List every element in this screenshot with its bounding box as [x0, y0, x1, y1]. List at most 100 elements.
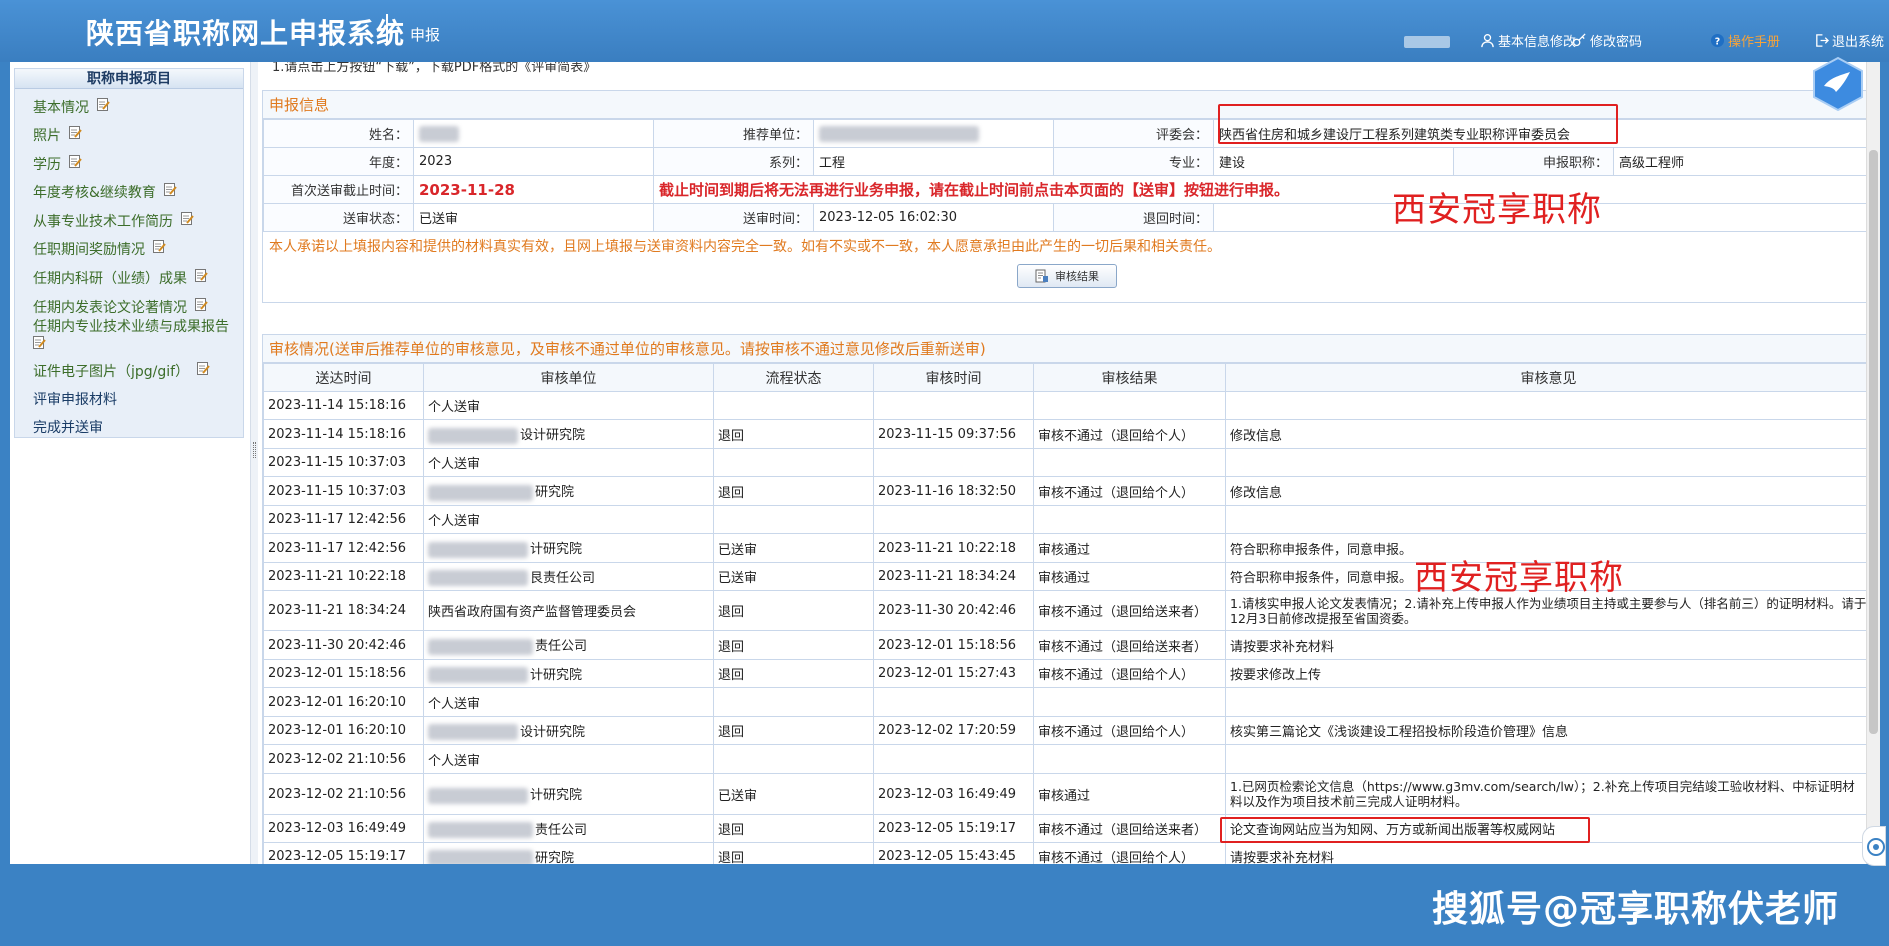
cell-time — [873, 744, 1034, 774]
deadline-label: 首次送审截止时间： — [263, 175, 414, 204]
edit-icon — [163, 183, 177, 196]
unit-blurred — [428, 667, 528, 684]
sidebar-item-complete-submit[interactable]: 完成并送审 — [33, 417, 103, 437]
sidebar-item-education[interactable]: 学历 — [33, 154, 82, 174]
audit-table: 送达时间 审核单位 流程状态 审核时间 审核结果 审核意见 2023-11-14… — [263, 363, 1872, 864]
cell-result: 审核不通过（退回给个人） — [1033, 419, 1226, 449]
download-note: 1.请点击上方按钮“下载”，下载PDF格式的《评审简表》 — [272, 62, 597, 75]
unit-blurred — [428, 541, 528, 558]
sidebar: 职称申报项目 基本情况 照片 学历 年度考核&继续教育 从事专业技术工作简历 任… — [14, 68, 244, 438]
change-password-link[interactable]: 修改密码 — [1572, 31, 1642, 50]
major-label: 专业： — [1053, 147, 1214, 176]
sidebar-item-annual-review[interactable]: 年度考核&继续教育 — [33, 182, 177, 202]
year-label: 年度： — [263, 147, 414, 176]
cell-result — [1033, 448, 1226, 477]
sidebar-item-label: 照片 — [33, 128, 61, 144]
cell-state: 退回 — [713, 814, 874, 843]
logout-link[interactable]: 退出系统 — [1814, 31, 1884, 50]
cell-opinion — [1225, 687, 1872, 717]
edit-icon — [195, 269, 208, 282]
unit-blurred — [428, 427, 518, 444]
sidebar-item-basic-info[interactable]: 基本情况 — [33, 97, 110, 117]
sidebar-item-photo[interactable]: 照片 — [33, 125, 82, 145]
table-row: 2023-12-01 16:20:10 个人送审 — [263, 687, 1872, 717]
cell-time: 2023-11-21 18:34:24 — [873, 562, 1034, 591]
cell-unit: 计研究院 — [423, 773, 714, 815]
cell-time — [873, 687, 1034, 717]
cell-time: 2023-11-30 20:42:46 — [873, 590, 1034, 631]
system-subtitle: 申报 — [410, 26, 441, 44]
cell-opinion: 请按要求补充材料 — [1225, 842, 1872, 864]
sidebar-item-certificate-images[interactable]: 证件电子图片（jpg/gif） — [33, 361, 210, 381]
cell-state: 退回 — [713, 419, 874, 449]
table-row: 2023-11-15 10:37:03 个人送审 — [263, 448, 1872, 477]
manual-link[interactable]: ? 操作手册 — [1710, 31, 1780, 50]
cell-opinion — [1225, 448, 1872, 477]
status-value: 已送审 — [413, 203, 654, 232]
sidebar-splitter[interactable] — [250, 62, 258, 864]
title-value: 高级工程师 — [1613, 147, 1872, 176]
sidebar-item-review-materials[interactable]: 评审申报材料 — [33, 389, 117, 409]
cell-sent: 2023-11-15 10:37:03 — [263, 476, 424, 506]
user-icon — [1481, 34, 1494, 48]
application-info-panel: 申报信息 姓名： 推荐单位： 评委会： 陕西省住房和城乡建设厅工程系列建筑类专业… — [262, 90, 1872, 303]
cell-sent: 2023-11-21 18:34:24 — [263, 590, 424, 631]
cell-opinion — [1225, 505, 1872, 534]
scrollbar-thumb[interactable] — [1869, 150, 1878, 734]
col-sent-time: 送达时间 — [263, 363, 424, 392]
cell-time: 2023-12-05 15:19:17 — [873, 814, 1034, 843]
cell-unit: 责任公司 — [423, 630, 714, 660]
profile-link-label: 基本信息修改 — [1498, 35, 1577, 50]
pledge-text: 本人承诺以上填报内容和提供的材料真实有效，且网上填报与送审资料内容完全一致。如有… — [269, 239, 1221, 255]
cell-time: 2023-12-01 15:27:43 — [873, 659, 1034, 688]
edit-icon — [69, 126, 82, 139]
cell-result — [1033, 744, 1226, 774]
sidebar-item-awards[interactable]: 任职期间奖励情况 — [33, 239, 166, 259]
sidebar-title: 职称申报项目 — [15, 69, 243, 89]
cell-unit: 陕西省政府国有资产监督管理委员会 — [423, 590, 714, 631]
cell-sent: 2023-11-14 15:18:16 — [263, 391, 424, 420]
sidebar-item-label: 任期内科研（业绩）成果 — [33, 271, 187, 287]
cell-state: 退回 — [713, 716, 874, 745]
deadline-notice: 截止时间到期后将无法再进行业务申报，请在截止时间前点击本页面的【送审】按钮进行申… — [653, 175, 1872, 204]
cell-unit: 设计研究院 — [423, 716, 714, 745]
sidebar-item-label: 年度考核&继续教育 — [33, 185, 156, 201]
cell-sent: 2023-12-03 16:49:49 — [263, 814, 424, 843]
sidebar-item-label: 证件电子图片（jpg/gif） — [33, 364, 190, 380]
key-icon — [1572, 33, 1586, 47]
sidebar-item-label: 任职期间奖励情况 — [33, 242, 145, 258]
col-audit-unit: 审核单位 — [423, 363, 714, 392]
cell-sent: 2023-12-02 21:10:56 — [263, 773, 424, 815]
logout-icon — [1816, 34, 1829, 47]
unit-blurred — [428, 822, 533, 839]
sidebar-item-work-history[interactable]: 从事专业技术工作简历 — [33, 211, 194, 231]
cell-state — [713, 687, 874, 717]
table-row: 2023-11-14 15:18:16 个人送审 — [263, 391, 1872, 420]
splitter-grip — [253, 442, 256, 458]
profile-link[interactable]: 基本信息修改 — [1480, 31, 1576, 50]
table-row: 2023-12-03 16:49:49 责任公司 退回 2023-12-05 15:1… — [263, 814, 1872, 843]
cell-state: 已送审 — [713, 562, 874, 591]
vertical-scrollbar[interactable] — [1866, 62, 1880, 864]
unit-blurred — [428, 850, 533, 864]
bird-logo-icon — [1813, 56, 1863, 112]
cell-sent: 2023-11-30 20:42:46 — [263, 630, 424, 660]
unit-blurred — [428, 570, 528, 587]
sidebar-item-label: 学历 — [33, 157, 61, 173]
sidebar-item-papers[interactable]: 任期内发表论文论著情况 — [33, 297, 208, 317]
floating-assistant-button[interactable] — [1862, 826, 1886, 866]
review-result-button[interactable]: 审核结果 — [1017, 264, 1117, 288]
svg-text:?: ? — [1715, 36, 1720, 47]
document-icon — [1035, 269, 1048, 283]
title-separator — [386, 14, 388, 44]
committee-highlight-box — [1218, 104, 1618, 144]
edit-icon — [153, 240, 166, 253]
logout-link-label: 退出系统 — [1832, 35, 1885, 50]
cell-result: 审核不通过（退回给送来者） — [1033, 630, 1226, 660]
sidebar-item-research[interactable]: 任期内科研（业绩）成果 — [33, 268, 208, 288]
cell-time — [873, 391, 1034, 420]
watermark-red-middle: 西安冠享职称 — [1414, 558, 1624, 598]
cell-result — [1033, 687, 1226, 717]
cell-result: 审核不通过（退回给个人） — [1033, 476, 1226, 506]
sidebar-item-achievement-report[interactable]: 任期内专业技术业绩与成果报告 — [33, 319, 243, 349]
